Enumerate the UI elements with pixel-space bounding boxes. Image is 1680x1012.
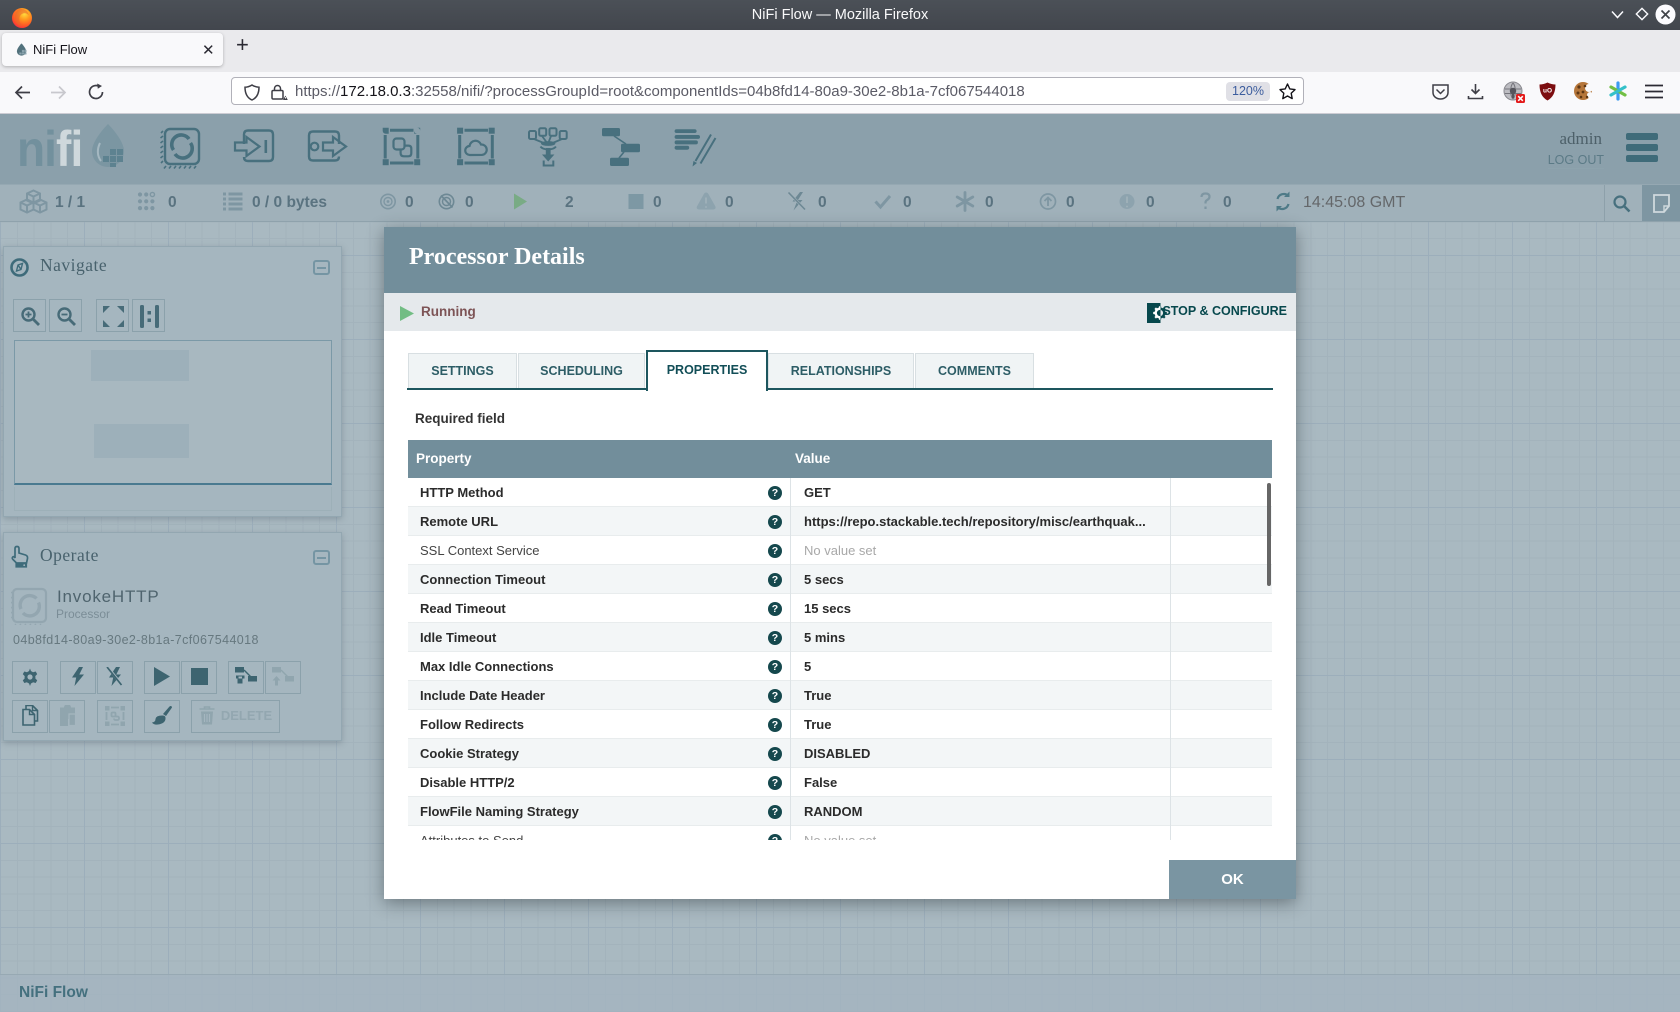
- svg-text:uO: uO: [1543, 88, 1552, 95]
